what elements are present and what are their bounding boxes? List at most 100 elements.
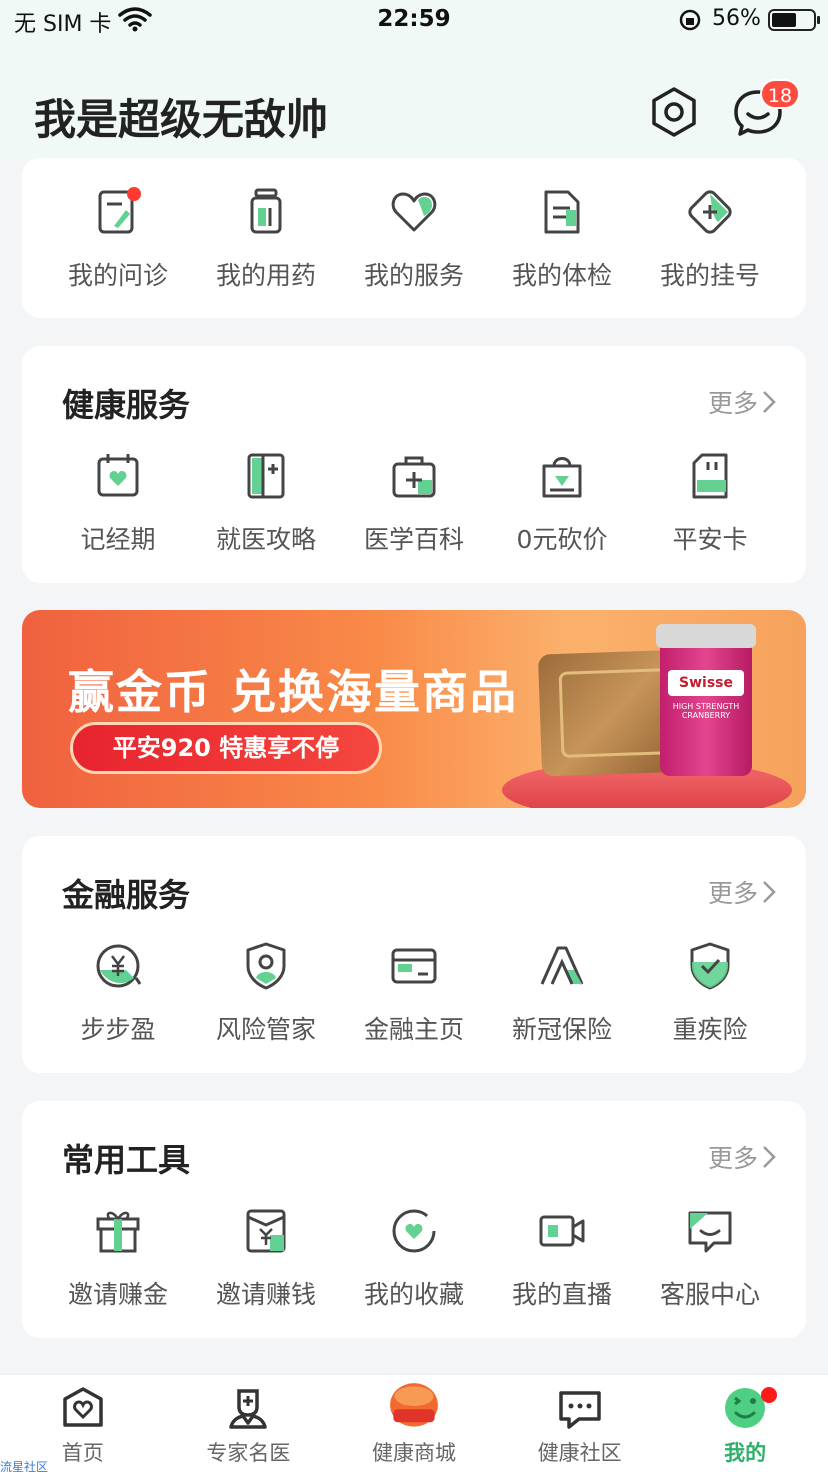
support-chat-icon xyxy=(688,1211,732,1253)
finance-item-label: 风险管家 xyxy=(215,1015,316,1044)
finance-services-grid: 步步盈 风险管家 金融主页 新冠保险 重疾险 xyxy=(44,940,784,1046)
status-bar: 无 SIM 卡 22:59 56% xyxy=(0,0,828,44)
medical-item-registration[interactable]: 我的挂号 xyxy=(636,186,784,292)
health-item-label: 就医攻略 xyxy=(215,525,316,554)
tools-item-invite-money[interactable]: 邀请赚钱 xyxy=(192,1205,340,1311)
finance-item-covid-insurance[interactable]: 新冠保险 xyxy=(488,940,636,1046)
medical-item-medicine[interactable]: 我的用药 xyxy=(192,186,340,292)
common-tools-title: 常用工具 xyxy=(62,1141,191,1179)
medical-services-card: 我的问诊 我的用药 我的服务 我的体检 我的挂号 xyxy=(22,158,806,318)
health-item-label: 记经期 xyxy=(80,525,156,554)
health-item-encyclopedia[interactable]: 医学百科 xyxy=(340,450,488,556)
finance-more-link[interactable]: 更多 xyxy=(708,874,776,910)
tools-item-label: 我的直播 xyxy=(511,1280,612,1309)
tab-community[interactable]: 健康社区 xyxy=(497,1375,663,1472)
tab-mine[interactable]: 我的 xyxy=(662,1375,828,1472)
medical-item-service[interactable]: 我的服务 xyxy=(340,186,488,292)
health-item-bargain[interactable]: 0元砍价 xyxy=(488,450,636,556)
finance-item-bubuying[interactable]: 步步盈 xyxy=(44,940,192,1046)
tools-item-label: 邀请赚钱 xyxy=(215,1280,316,1309)
yen-coin-icon xyxy=(96,944,142,988)
banner-headline: 赢金币 兑换海量商品 xyxy=(68,665,519,719)
health-item-period[interactable]: 记经期 xyxy=(44,450,192,556)
tools-item-invite-gold[interactable]: 邀请赚金 xyxy=(44,1205,192,1311)
tab-label: 我的 xyxy=(724,1441,767,1465)
medical-item-consult[interactable]: 我的问诊 xyxy=(44,186,192,292)
tools-item-label: 邀请赚金 xyxy=(67,1280,168,1309)
heart-icon xyxy=(391,192,437,232)
finance-item-label: 步步盈 xyxy=(80,1015,156,1044)
favorite-icon xyxy=(392,1209,437,1253)
tab-label: 首页 xyxy=(61,1441,104,1465)
tools-more-link[interactable]: 更多 xyxy=(708,1139,776,1175)
health-item-guide[interactable]: 就医攻略 xyxy=(192,450,340,556)
common-tools-grid: 邀请赚金 邀请赚钱 我的收藏 我的直播 客服中心 xyxy=(44,1205,784,1311)
settings-icon[interactable] xyxy=(648,86,700,138)
chevron-right-icon xyxy=(763,1146,776,1168)
finance-item-critical-illness[interactable]: 重疾险 xyxy=(636,940,784,1046)
medical-item-label: 我的挂号 xyxy=(659,261,760,290)
checkup-icon xyxy=(544,190,580,234)
doctor-icon xyxy=(229,1389,268,1429)
more-label: 更多 xyxy=(707,1144,758,1173)
tools-item-label: 客服中心 xyxy=(659,1280,760,1309)
promo-banner[interactable]: 赢金币 兑换海量商品 平安920 特惠享不停 Swisse HIGH STREN… xyxy=(22,610,806,808)
medical-item-label: 我的服务 xyxy=(363,261,464,290)
gift-icon xyxy=(96,1211,140,1253)
medical-item-checkup[interactable]: 我的体检 xyxy=(488,186,636,292)
calendar-icon xyxy=(97,454,139,497)
finance-item-risk[interactable]: 风险管家 xyxy=(192,940,340,1046)
finance-item-label: 重疾险 xyxy=(672,1015,748,1044)
insurance-a-icon xyxy=(540,946,584,985)
tab-experts[interactable]: 专家名医 xyxy=(166,1375,332,1472)
product-brand: Swisse xyxy=(668,670,744,696)
health-services-grid: 记经期 就医攻略 医学百科 0元砍价 平安卡 xyxy=(44,450,784,556)
health-item-card[interactable]: 平安卡 xyxy=(636,450,784,556)
user-nickname[interactable]: 我是超级无敌帅 xyxy=(34,86,328,147)
finance-item-label: 新冠保险 xyxy=(511,1015,612,1044)
card-icon xyxy=(391,948,437,984)
medical-item-label: 我的用药 xyxy=(215,261,316,290)
message-count-badge: 18 xyxy=(760,79,800,109)
watermark: 流星社区 xyxy=(0,1460,49,1472)
tools-item-support[interactable]: 客服中心 xyxy=(636,1205,784,1311)
more-label: 更多 xyxy=(707,879,758,908)
consult-icon xyxy=(98,187,141,234)
medicine-icon xyxy=(250,188,282,234)
tab-label: 健康社区 xyxy=(537,1441,622,1465)
tab-health-mall[interactable]: 健康商城 xyxy=(331,1375,497,1472)
battery-icon xyxy=(768,9,820,31)
more-label: 更多 xyxy=(707,389,758,418)
product-bottle-image: Swisse HIGH STRENGTH CRANBERRY xyxy=(656,624,756,776)
medical-item-label: 我的问诊 xyxy=(67,261,168,290)
shield-user-icon xyxy=(246,942,286,990)
battery-percent: 56% xyxy=(712,6,761,31)
health-item-label: 平安卡 xyxy=(672,525,748,554)
product-name: HIGH STRENGTH CRANBERRY xyxy=(672,702,740,720)
envelope-yen-icon xyxy=(246,1209,286,1253)
health-more-link[interactable]: 更多 xyxy=(708,384,776,420)
sim-card-icon xyxy=(692,453,728,499)
video-icon xyxy=(539,1215,585,1247)
home-icon xyxy=(63,1387,103,1427)
guide-icon xyxy=(247,453,285,499)
common-tools-card: 常用工具 更多 邀请赚金 邀请赚钱 我的收藏 我的直播 客服中心 xyxy=(22,1101,806,1338)
medical-services-grid: 我的问诊 我的用药 我的服务 我的体检 我的挂号 xyxy=(44,186,784,292)
medkit-icon xyxy=(392,456,436,498)
shield-check-icon xyxy=(690,942,730,990)
health-item-label: 医学百科 xyxy=(363,525,464,554)
finance-item-home[interactable]: 金融主页 xyxy=(340,940,488,1046)
chat-bubble-icon xyxy=(558,1391,601,1429)
clock: 22:59 xyxy=(377,6,451,32)
health-services-title: 健康服务 xyxy=(62,386,191,424)
shopping-bag-icon xyxy=(542,457,582,498)
banner-cta[interactable]: 平安920 特惠享不停 xyxy=(70,722,382,774)
rotation-lock-icon xyxy=(679,9,701,31)
finance-services-title: 金融服务 xyxy=(62,876,191,914)
health-item-label: 0元砍价 xyxy=(516,525,608,554)
health-services-card: 健康服务 更多 记经期 就医攻略 医学百科 0元砍价 平安卡 xyxy=(22,346,806,583)
tools-item-live[interactable]: 我的直播 xyxy=(488,1205,636,1311)
tools-item-favorites[interactable]: 我的收藏 xyxy=(340,1205,488,1311)
chevron-right-icon xyxy=(763,881,776,903)
tab-label: 健康商城 xyxy=(371,1441,456,1465)
